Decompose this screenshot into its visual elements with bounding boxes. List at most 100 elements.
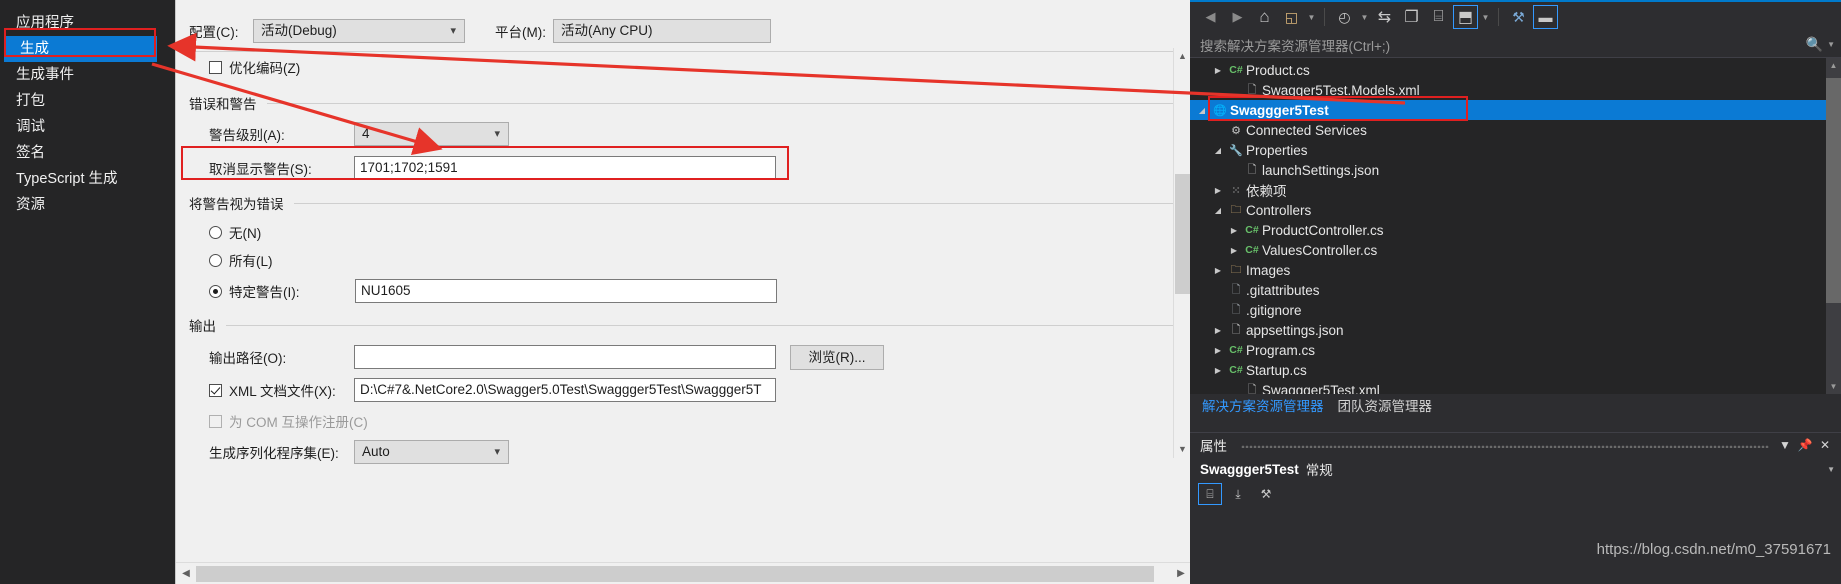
tree-node[interactable]: ▶ C# Startup.cs [1190,360,1841,380]
build-page-horizontal-scrollbar[interactable]: ◀ ▶ [176,562,1191,584]
chevron-right-icon[interactable]: ▶ [1226,226,1242,235]
category-item-2[interactable]: 生成事件 [0,62,175,88]
warning-level-dropdown[interactable]: 4 ▾ [354,122,509,146]
preview-selected-items-icon[interactable]: ▬ [1533,5,1558,29]
close-icon[interactable]: ✕ [1815,438,1835,452]
chevron-right-icon[interactable]: ▶ [1226,246,1242,255]
panel-tab-0[interactable]: 解决方案资源管理器 [1198,392,1334,420]
category-item-3[interactable]: 打包 [0,88,175,114]
group-rule [266,102,1173,104]
suppress-warnings-input[interactable]: 1701;1702;1591 [354,156,776,180]
chevron-right-icon[interactable]: ▶ [1210,66,1226,75]
show-all-files-icon[interactable]: ⌸ [1426,5,1451,29]
chevron-right-icon[interactable]: ▶ [1210,266,1226,275]
chevron-down-icon[interactable]: ▼ [1359,13,1370,22]
tree-node[interactable]: ▶ C# Program.cs [1190,340,1841,360]
back-icon[interactable]: ◀ [1198,5,1223,29]
collapse-all-icon[interactable]: ❐ [1399,5,1424,29]
chevron-right-icon[interactable]: ▶ [1210,326,1226,335]
tree-node[interactable]: ◢ 🌐 Swaggger5Test [1190,100,1841,120]
properties-icon[interactable]: ⚒ [1506,5,1531,29]
view-code-icon[interactable]: ⬒ [1453,5,1478,29]
sync-with-active-document-icon[interactable]: ◱ [1279,5,1304,29]
chevron-down-icon[interactable]: ▼ [1480,13,1491,22]
tree-node[interactable]: ▶ C# ProductController.cs [1190,220,1841,240]
category-item-7[interactable]: 资源 [0,192,175,218]
chevron-down-icon[interactable]: ▼ [1827,465,1835,474]
tree-scroll-thumb[interactable] [1826,78,1841,303]
platform-dropdown[interactable]: 活动(Any CPU) [553,18,771,43]
optimize-code-checkbox[interactable] [209,60,222,74]
treat-warnings-group-header: 将警告视为错误 [176,188,1191,218]
radio-specific[interactable] [209,284,222,298]
alphabetical-view-icon[interactable]: ⤓ [1226,483,1250,505]
search-icon[interactable]: 🔍 [1806,36,1823,53]
pending-changes-filter-icon[interactable]: ◴ [1332,5,1357,29]
chevron-right-icon[interactable]: ▶ [1210,366,1226,375]
scroll-down-icon[interactable]: ▼ [1826,379,1841,394]
radio-none-row[interactable]: 无(N) [176,218,1191,246]
browse-button[interactable]: 浏览(R)... [790,344,884,370]
tree-node[interactable]: 🗋 .gitignore [1190,300,1841,320]
tree-node[interactable]: 🗋 launchSettings.json [1190,160,1841,180]
category-item-4[interactable]: 调试 [0,114,175,140]
category-item-5[interactable]: 签名 [0,140,175,166]
build-page-vertical-scrollbar[interactable]: ▲ ▼ [1173,48,1190,458]
drag-handle[interactable] [1241,442,1769,448]
solution-explorer-search[interactable]: 搜索解决方案资源管理器(Ctrl+;) 🔍 ▼ [1190,32,1841,58]
configuration-dropdown[interactable]: 活动(Debug) ▾ [253,18,465,43]
radio-none[interactable] [209,225,222,239]
chevron-down-icon[interactable]: ◢ [1210,146,1226,155]
chevron-down-icon[interactable]: ▼ [1827,40,1835,49]
horizontal-scroll-thumb[interactable] [196,566,1154,582]
tree-node[interactable]: 🗋 Swagger5Test.Models.xml [1190,80,1841,100]
tree-node[interactable]: ◢ 🗀 Controllers [1190,200,1841,220]
tree-node[interactable]: ▶ C# Product.cs [1190,60,1841,80]
scroll-down-icon[interactable]: ▼ [1174,441,1191,458]
chevron-right-icon[interactable]: ▶ [1210,346,1226,355]
output-path-input[interactable] [354,345,776,369]
tree-node[interactable]: ◢ 🔧 Properties [1190,140,1841,160]
optimize-code-row[interactable]: 优化编码(Z) [176,52,1191,82]
chevron-down-icon[interactable]: ◢ [1210,206,1226,215]
tree-node[interactable]: ▶ 🗀 Images [1190,260,1841,280]
scroll-up-icon[interactable]: ▲ [1174,48,1191,65]
forward-icon[interactable]: ▶ [1225,5,1250,29]
tree-node[interactable]: ⚙ Connected Services [1190,120,1841,140]
xml-doc-checkbox[interactable] [209,383,222,397]
refresh-icon[interactable]: ⇆ [1372,5,1397,29]
search-input[interactable]: 搜索解决方案资源管理器(Ctrl+;) [1200,35,1806,55]
tree-node[interactable]: ▶ ⁙ 依赖项 [1190,180,1841,200]
properties-object-row[interactable]: Swaggger5Test 常规 ▼ [1190,457,1841,481]
radio-all-row[interactable]: 所有(L) [176,246,1191,274]
vertical-scroll-thumb[interactable] [1175,174,1190,294]
cs-icon: C# [1245,224,1259,236]
radio-specific-row[interactable]: 特定警告(I): NU1605 [176,274,1191,308]
chevron-down-icon[interactable]: ◢ [1194,106,1210,115]
tree-vertical-scrollbar[interactable]: ▲ ▼ [1826,58,1841,394]
panel-tab-1[interactable]: 团队资源管理器 [1334,392,1443,420]
category-item-6[interactable]: TypeScript 生成 [0,166,175,192]
solution-explorer-tree: ▶ C# Product.cs 🗋 Swagger5Test.Models.xml ◢ 🌐 S… [1190,58,1841,394]
chevron-down-icon[interactable]: ▼ [1306,13,1317,22]
specific-warnings-input[interactable]: NU1605 [355,279,777,303]
scroll-left-icon[interactable]: ◀ [176,563,196,584]
tree-node[interactable]: 🗋 Swaggger5Test.xml [1190,380,1841,395]
xml-doc-input[interactable]: D:\C#7&.NetCore2.0\Swagger5.0Test\Swaggg… [354,378,776,402]
tree-node[interactable]: 🗋 .gitattributes [1190,280,1841,300]
dropdown-icon[interactable]: ▼ [1775,438,1795,452]
home-icon[interactable]: ⌂ [1252,5,1277,29]
scroll-right-icon[interactable]: ▶ [1171,563,1191,584]
tree-node[interactable]: ▶ C# ValuesController.cs [1190,240,1841,260]
scroll-up-icon[interactable]: ▲ [1826,58,1841,73]
radio-all[interactable] [209,253,222,267]
category-item-1[interactable]: 生成 [4,36,157,62]
categorized-view-icon[interactable]: ⌸ [1198,483,1222,505]
pin-icon[interactable]: 📌 [1795,438,1815,452]
category-item-0[interactable]: 应用程序 [0,10,175,36]
chevron-right-icon[interactable]: ▶ [1210,186,1226,195]
tree-node[interactable]: ▶ 🗋 appsettings.json [1190,320,1841,340]
property-pages-icon[interactable]: ⚒ [1254,483,1278,505]
serialization-assembly-dropdown[interactable]: Auto ▾ [354,440,509,464]
specific-warnings-value: NU1605 [361,283,411,298]
